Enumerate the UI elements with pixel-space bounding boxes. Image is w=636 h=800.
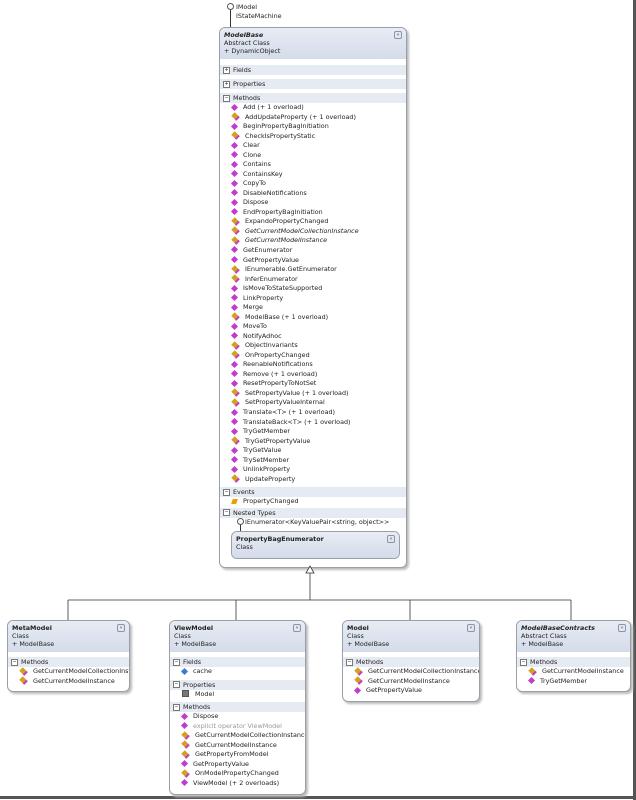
class-viewmodel[interactable]: ViewModel Class + ModelBase «− Fields cach…	[169, 620, 306, 795]
member-row[interactable]: GetCurrentModelInstance	[8, 676, 129, 687]
property-icon	[182, 690, 189, 698]
member-name: OnModelPropertyChanged	[195, 769, 279, 778]
protected-method-icon	[181, 769, 190, 778]
method-icon	[527, 676, 536, 685]
collapse-section-icon[interactable]: −	[173, 681, 180, 689]
section-label: Methods	[183, 703, 211, 712]
member-name: GetPropertyFromModel	[195, 750, 269, 759]
member-name: GetCurrentModelCollectionInsta...	[33, 667, 129, 675]
member-row[interactable]: GetCurrentModelCollectionInstance	[343, 666, 480, 677]
section-label: Methods	[21, 658, 49, 666]
member-name: Dispose	[193, 712, 219, 721]
member-name: GetPropertyValue	[366, 686, 422, 695]
collapse-icon[interactable]: «	[117, 624, 125, 632]
class-kind: Abstract Class	[521, 632, 567, 640]
collapse-section-icon[interactable]: −	[346, 658, 353, 666]
class-header[interactable]: Model Class + ModelBase «	[343, 621, 479, 652]
member-row[interactable]: GetCurrentModelCollectionInsta...	[8, 666, 129, 677]
member-name: ViewModel (+ 2 overloads)	[193, 778, 280, 787]
member-row[interactable]: cache	[170, 667, 305, 677]
protected-method-icon	[19, 676, 28, 685]
protected-method-icon	[181, 740, 190, 749]
member-row[interactable]: GetPropertyFromModel	[170, 749, 305, 760]
class-inherits: + ModelBase	[347, 640, 390, 648]
member-name: GetCurrentModelCollectionInstance	[195, 731, 306, 740]
class-metamodel[interactable]: MetaModel Class + ModelBase «− Methods Get…	[7, 620, 130, 692]
section-label: Fields	[183, 658, 202, 666]
method-icon	[180, 712, 189, 720]
member-row[interactable]: Model	[170, 690, 305, 700]
class-contracts[interactable]: ModelBaseContracts Abstract Class + Mode…	[516, 620, 631, 692]
class-kind: Class	[12, 632, 29, 640]
section-label: Methods	[356, 658, 384, 666]
class-name: ViewModel	[174, 624, 214, 632]
inheritance-arrow-icon	[305, 565, 315, 574]
protected-method-icon	[181, 749, 190, 759]
method-icon	[180, 760, 189, 768]
collapse-section-icon[interactable]: −	[173, 703, 180, 711]
collapse-section-icon[interactable]: −	[11, 658, 18, 666]
collapse-section-icon[interactable]: −	[520, 658, 527, 666]
member-row[interactable]: GetCurrentModelInstance	[517, 666, 630, 677]
member-name: Model	[195, 689, 215, 698]
method-icon	[180, 779, 189, 787]
protected-method-icon	[181, 730, 190, 740]
member-name: GetCurrentModelInstance	[368, 676, 450, 685]
section-label: Methods	[530, 658, 558, 666]
class-inherits: + ModelBase	[12, 640, 55, 648]
member-name: GetCurrentModelInstance	[195, 740, 277, 749]
member-row[interactable]: GetCurrentModelInstance	[170, 740, 305, 751]
method-icon	[180, 722, 189, 730]
member-row[interactable]: GetPropertyValue	[343, 686, 479, 696]
member-row[interactable]: ViewModel (+ 2 overloads)	[170, 779, 305, 789]
section-methods[interactable]: − Methods	[170, 701, 305, 713]
collapse-icon[interactable]: «	[618, 624, 626, 632]
section-label: Properties	[183, 680, 216, 689]
protected-method-icon	[528, 666, 537, 676]
section-methods[interactable]: − Methods	[517, 656, 630, 667]
member-row[interactable]: OnModelPropertyChanged	[170, 769, 305, 779]
class-inherits: + ModelBase	[521, 640, 564, 648]
class-inherits: + ModelBase	[174, 640, 217, 648]
member-name: GetPropertyValue	[193, 759, 249, 768]
section-fields[interactable]: − Fields	[170, 656, 305, 667]
member-row[interactable]: GetPropertyValue	[170, 760, 305, 770]
field-icon	[180, 667, 189, 675]
section-methods[interactable]: − Methods	[343, 656, 479, 667]
member-name: explicit operator ViewModel	[193, 721, 282, 730]
member-row[interactable]: Dispose	[170, 712, 305, 722]
window-edge	[0, 796, 636, 799]
class-name: ModelBaseContracts	[521, 624, 595, 632]
member-row[interactable]: GetCurrentModelInstance	[343, 676, 479, 687]
class-kind: Class	[347, 632, 364, 640]
section-methods[interactable]: − Methods	[8, 656, 129, 667]
member-name: TryGetMember	[540, 676, 588, 685]
member-name: GetCurrentModelInstance	[33, 676, 115, 685]
method-icon	[353, 686, 362, 694]
class-model[interactable]: Model Class + ModelBase «− Methods GetCurr…	[342, 620, 480, 702]
collapse-section-icon[interactable]: −	[173, 658, 180, 666]
collapse-icon[interactable]: «	[293, 624, 301, 632]
class-header[interactable]: ViewModel Class + ModelBase «	[170, 621, 305, 652]
protected-method-icon	[354, 666, 363, 676]
member-name: cache	[193, 667, 212, 675]
member-row[interactable]: TryGetMember	[517, 677, 630, 687]
protected-method-icon	[354, 676, 363, 685]
class-name: MetaModel	[12, 624, 52, 632]
member-row[interactable]: GetCurrentModelCollectionInstance	[170, 730, 306, 741]
protected-method-icon	[19, 666, 28, 676]
member-name: GetCurrentModelCollectionInstance	[368, 667, 480, 675]
collapse-icon[interactable]: «	[467, 624, 475, 632]
class-kind: Class	[174, 632, 191, 640]
class-header[interactable]: ModelBaseContracts Abstract Class + Mode…	[517, 621, 630, 652]
member-row[interactable]: explicit operator ViewModel	[170, 722, 305, 732]
class-name: Model	[347, 624, 369, 632]
member-name: GetCurrentModelInstance	[542, 667, 624, 675]
class-header[interactable]: MetaModel Class + ModelBase «	[8, 621, 129, 652]
section-properties[interactable]: − Properties	[170, 678, 305, 690]
